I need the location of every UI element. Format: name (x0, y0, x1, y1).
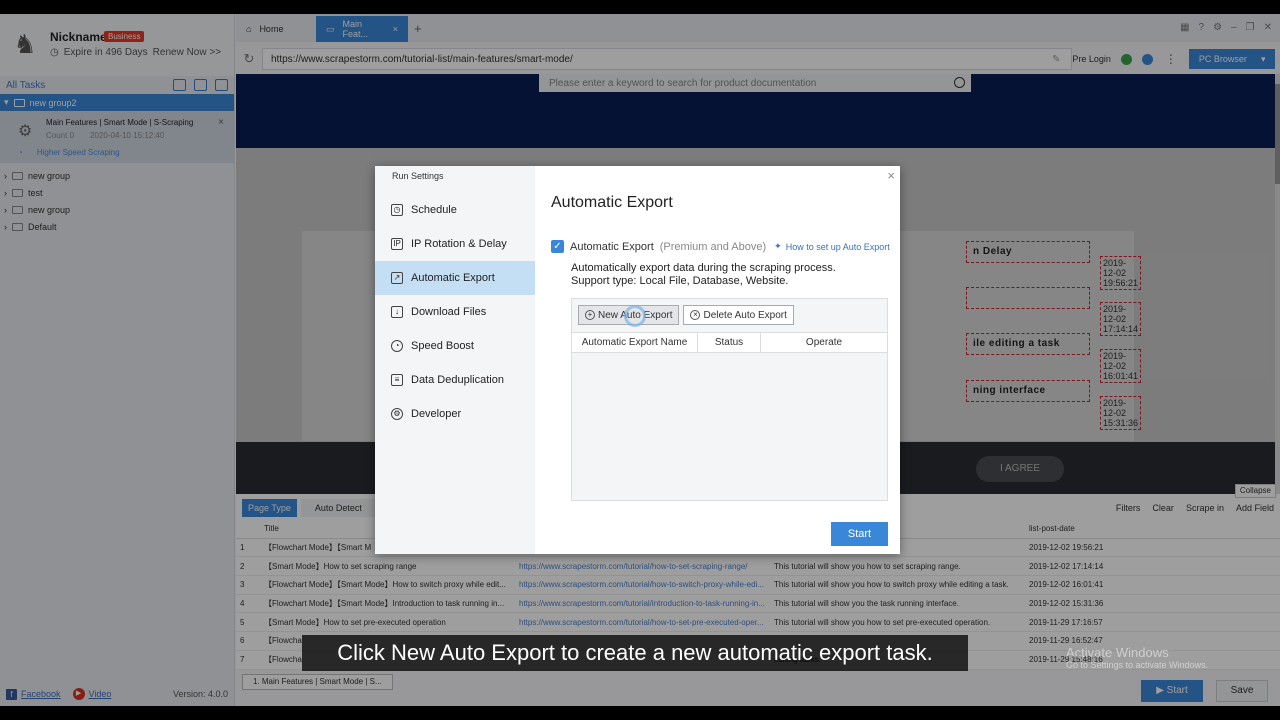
description-text: Automatically export data during the scr… (571, 262, 836, 274)
app-window: ♞ Nickname Business ◷ Expire in 496 Days… (0, 14, 1280, 706)
howto-link[interactable]: ✦ How to set up Auto Export (774, 241, 890, 252)
menu-data-deduplication[interactable]: ≡ Data Deduplication (375, 363, 535, 397)
plus-icon: + (585, 310, 595, 320)
click-indicator (624, 305, 646, 327)
menu-download-files[interactable]: ↓ Download Files (375, 295, 535, 329)
menu-developer[interactable]: ⚙ Developer (375, 397, 535, 431)
speed-icon: ◔ (391, 340, 403, 352)
ip-icon: IP (391, 238, 403, 250)
export-table-header: Automatic Export Name Status Operate (572, 332, 887, 353)
settings-sidebar: Run Settings ◷ Schedule IP IP Rotation & D… (375, 166, 535, 554)
export-icon: ↗ (391, 272, 403, 284)
bulb-icon: ✦ (774, 241, 782, 251)
tutorial-caption: Click New Auto Export to create a new au… (302, 635, 968, 671)
auto-export-list: + New Auto Export × Delete Auto Export Aut… (571, 298, 888, 501)
support-text: Support type: Local File, Database, Webs… (571, 275, 789, 287)
dialog-title: Run Settings (392, 171, 444, 181)
menu-automatic-export[interactable]: ↗ Automatic Export (375, 261, 535, 295)
close-icon[interactable]: × (887, 168, 895, 183)
menu-speed-boost[interactable]: ◔ Speed Boost (375, 329, 535, 363)
column-header: Automatic Export Name (572, 333, 698, 352)
dedup-icon: ≡ (391, 374, 403, 386)
auto-export-checkbox[interactable]: ✓ (551, 240, 564, 253)
option-label: Automatic Export (570, 240, 654, 253)
column-header: Operate (805, 337, 843, 348)
option-sub: (Premium and Above) (659, 240, 767, 253)
clock-icon: ◷ (391, 204, 403, 216)
menu-ip-rotation[interactable]: IP IP Rotation & Delay (375, 227, 535, 261)
menu-schedule[interactable]: ◷ Schedule (375, 193, 535, 227)
x-icon: × (690, 310, 701, 320)
download-icon: ↓ (391, 306, 403, 318)
dialog-start-button[interactable]: Start (831, 522, 888, 546)
gear-icon: ⚙ (391, 408, 403, 420)
delete-auto-export-button[interactable]: × Delete Auto Export (683, 305, 794, 325)
activation-watermark: Activate Windows Go to Settings to activ… (1066, 645, 1209, 670)
run-settings-dialog: Run Settings ◷ Schedule IP IP Rotation & D… (375, 166, 900, 554)
auto-export-option: ✓ Automatic Export (Premium and Above) ✦… (551, 240, 890, 253)
column-header: Status (698, 333, 761, 352)
section-heading: Automatic Export (551, 194, 673, 211)
export-actions: + New Auto Export × Delete Auto Export (578, 305, 794, 325)
